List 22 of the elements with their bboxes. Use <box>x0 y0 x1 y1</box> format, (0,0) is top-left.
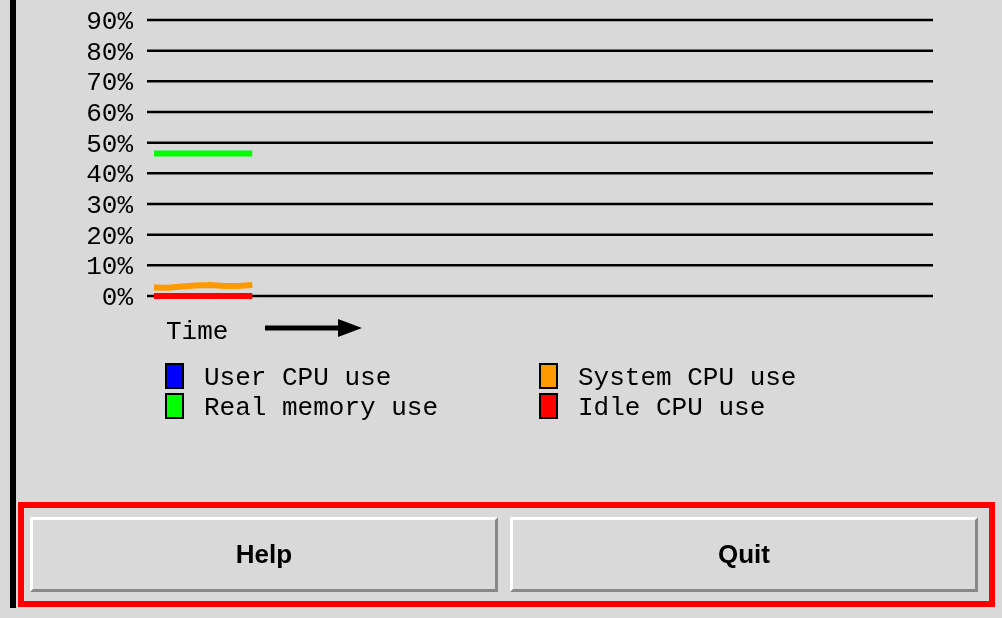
y-tick-label: 90% <box>86 7 133 37</box>
legend-swatch <box>165 393 184 419</box>
legend-label: Idle CPU use <box>578 393 766 423</box>
legend-label: System CPU use <box>578 363 797 393</box>
y-tick-label: 20% <box>86 221 133 252</box>
y-tick-label: 60% <box>86 99 133 129</box>
legend-label: User CPU use <box>204 363 392 393</box>
y-tick-label: 30% <box>86 191 133 221</box>
legend-swatch <box>539 393 558 419</box>
legend-label: Real memory use <box>204 393 439 423</box>
arrow-icon <box>265 319 362 337</box>
y-tick-label: 10% <box>86 252 133 283</box>
y-tick-label: 50% <box>86 129 133 160</box>
y-tick-label: 80% <box>86 37 133 68</box>
y-tick-label: 70% <box>86 68 133 99</box>
legend-swatch <box>539 363 558 389</box>
y-tick-label: 40% <box>86 160 133 191</box>
x-axis-label: Time <box>166 317 229 347</box>
action-button[interactable]: Quit <box>510 517 978 592</box>
legend-swatch <box>165 363 184 389</box>
y-tick-label: 0% <box>101 283 133 313</box>
action-button[interactable]: Help <box>30 517 498 592</box>
